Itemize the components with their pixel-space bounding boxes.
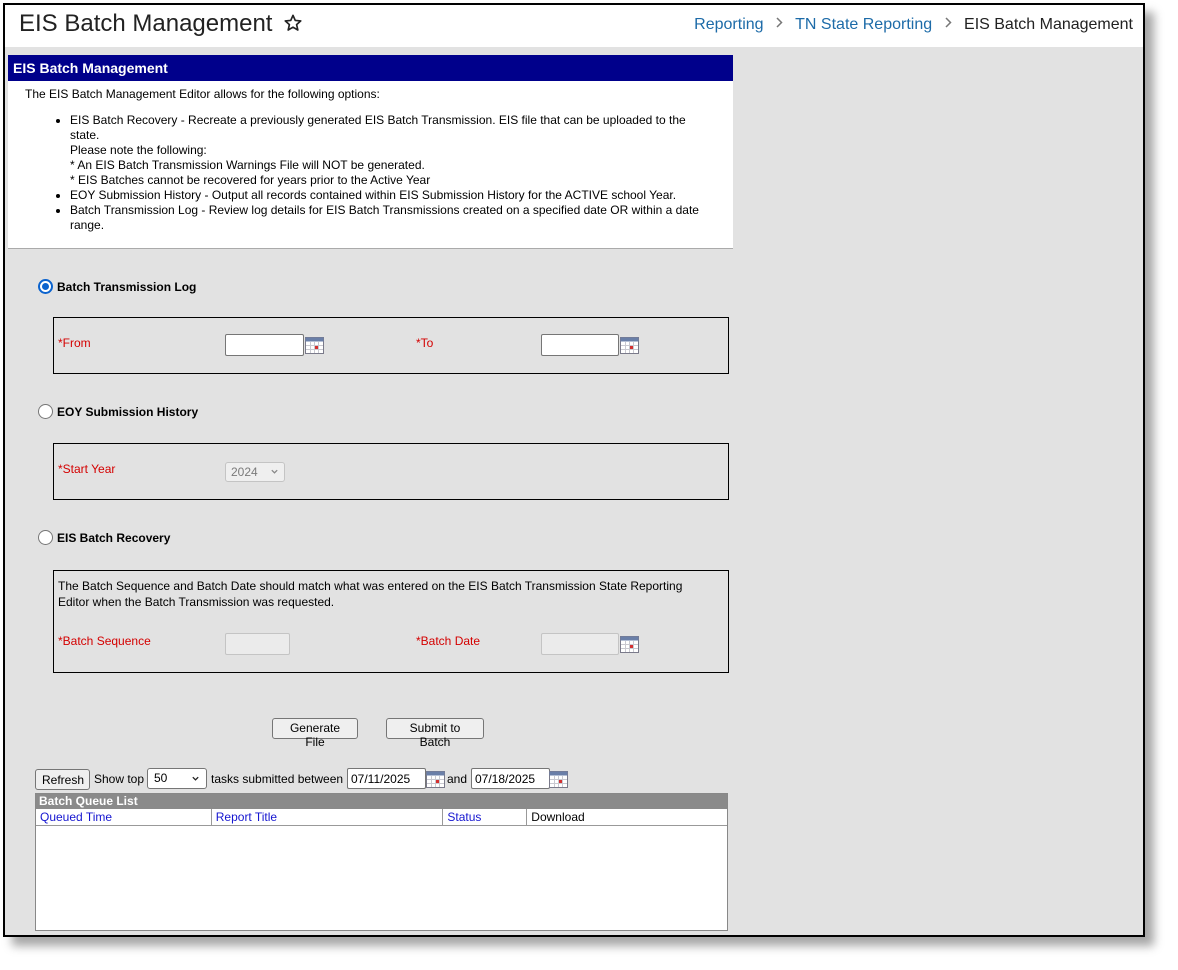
note-active-year: * EIS Batches cannot be recovered for ye… [70, 173, 431, 187]
breadcrumb: Reporting TN State Reporting EIS Batch M… [694, 15, 1133, 34]
batch-sequence-label: *Batch Sequence [58, 634, 151, 648]
start-year-select[interactable]: 2024 [225, 462, 285, 482]
option-transmission-log: Batch Transmission Log - Review log deta… [70, 203, 699, 232]
list-item: EIS Batch Recovery - Recreate a previous… [70, 113, 733, 188]
column-download: Download [531, 810, 585, 824]
generate-file-button[interactable]: Generate File [272, 718, 358, 749]
column-queued-time[interactable]: Queued Time [36, 809, 212, 825]
editor-header: EIS Batch Management [8, 55, 733, 81]
to-date-input[interactable] [541, 334, 619, 356]
batch-queue-list: Batch Queue List Queued Time Report Titl… [35, 793, 728, 931]
tasks-between-label: tasks submitted between [211, 772, 344, 786]
content-area: EIS Batch Management The EIS Batch Manag… [5, 47, 1143, 935]
page-title: EIS Batch Management [19, 10, 303, 40]
from-date-input[interactable] [225, 334, 304, 356]
list-item: Batch Transmission Log - Review log deta… [70, 203, 733, 233]
list-item: EOY Submission History - Output all reco… [70, 188, 733, 203]
eoy-history-label: EOY Submission History [57, 404, 199, 419]
eoy-history-radio[interactable] [38, 404, 53, 419]
batch-date-input[interactable] [541, 633, 619, 655]
note-warnings: * An EIS Batch Transmission Warnings Fil… [70, 158, 425, 172]
chevron-right-icon [776, 15, 783, 33]
queue-table-header: Queued Time Report Title Status Download [36, 809, 727, 826]
top-count-select[interactable]: 50 [147, 768, 207, 789]
refresh-button[interactable]: Refresh [35, 769, 90, 790]
batch-recovery-panel: The Batch Sequence and Batch Date should… [53, 570, 729, 673]
queue-start-date-input[interactable] [347, 768, 426, 789]
start-year-value: 2024 [231, 465, 258, 479]
batch-sequence-input[interactable] [225, 633, 290, 655]
calendar-icon[interactable] [305, 337, 324, 354]
chevron-down-icon [192, 776, 199, 781]
chevron-right-icon [945, 15, 952, 33]
batch-date-label: *Batch Date [416, 634, 481, 648]
batch-recovery-info: The Batch Sequence and Batch Date should… [58, 579, 683, 609]
queue-end-date-input[interactable] [471, 768, 550, 789]
note-heading: Please note the following: [70, 143, 207, 157]
breadcrumb-tn-state-reporting[interactable]: TN State Reporting [795, 16, 932, 33]
option-batch-recovery: EIS Batch Recovery - Recreate a previous… [70, 113, 686, 142]
submit-to-batch-button[interactable]: Submit to Batch [386, 718, 484, 749]
queue-list-title: Batch Queue List [36, 794, 727, 809]
from-label: *From [58, 336, 91, 350]
calendar-icon[interactable] [549, 771, 568, 788]
eoy-history-panel: *Start Year 2024 [53, 443, 729, 500]
page-title-text: EIS Batch Management [19, 10, 273, 37]
app-window: EIS Batch Management Reporting TN State … [3, 3, 1145, 937]
options-list: EIS Batch Recovery - Recreate a previous… [25, 113, 733, 233]
column-status[interactable]: Status [443, 809, 528, 825]
start-year-label: *Start Year [58, 462, 116, 476]
eoy-history-option[interactable]: EOY Submission History [38, 404, 198, 419]
option-eoy-history: EOY Submission History - Output all reco… [70, 188, 677, 202]
editor-intro: The EIS Batch Management Editor allows f… [25, 87, 380, 101]
transmission-log-label: Batch Transmission Log [57, 279, 197, 294]
transmission-log-panel: *From *To [53, 317, 729, 374]
column-report-title[interactable]: Report Title [212, 809, 444, 825]
batch-recovery-option[interactable]: EIS Batch Recovery [38, 530, 170, 545]
breadcrumb-reporting[interactable]: Reporting [694, 16, 763, 33]
editor-description: The EIS Batch Management Editor allows f… [8, 81, 733, 249]
calendar-icon[interactable] [426, 771, 445, 788]
top-bar: EIS Batch Management Reporting TN State … [5, 5, 1143, 47]
batch-recovery-radio[interactable] [38, 530, 53, 545]
breadcrumb-current: EIS Batch Management [964, 16, 1133, 33]
top-count-value: 50 [154, 771, 168, 785]
show-top-label: Show top [94, 772, 145, 786]
to-label: *To [416, 336, 434, 350]
calendar-icon[interactable] [620, 636, 639, 653]
and-label: and [447, 772, 468, 786]
transmission-log-option[interactable]: Batch Transmission Log [38, 279, 196, 294]
chevron-down-icon [271, 469, 278, 474]
transmission-log-radio[interactable] [38, 279, 53, 294]
batch-recovery-label: EIS Batch Recovery [57, 530, 171, 545]
calendar-icon[interactable] [620, 337, 639, 354]
star-icon[interactable] [283, 12, 303, 40]
